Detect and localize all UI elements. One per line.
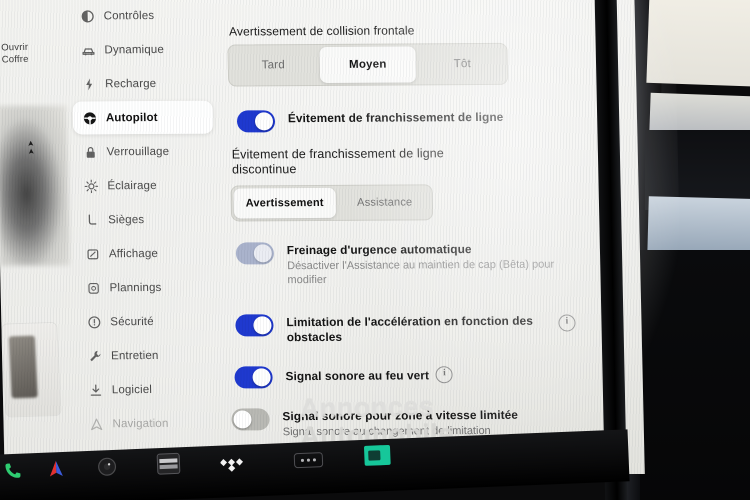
sidebar-item-label: Recharge [105,77,157,90]
window-upper [646,0,750,88]
lane-departure-toggle[interactable] [236,110,276,133]
sidebar-item-label: Dynamique [104,43,165,56]
dashed-lane-segmented-control[interactable]: Avertissement Assistance [230,184,434,222]
sidebar-item-label: Sièges [107,213,145,226]
profile-card-thumbnail[interactable] [2,322,61,417]
window-mid [649,92,750,136]
emergency-braking-label: Freinage d'urgence automatique [286,242,472,258]
sidebar-item-label: Entretien [110,349,159,362]
sidebar-item-label: Autopilot [105,111,158,124]
green-light-chime-row: Signal sonore au feu vert i [234,365,454,389]
segment-moyen[interactable]: Moyen [319,46,417,83]
sidebar-item-label: Plannings [109,281,162,294]
sidebar-item-sieges[interactable]: Sièges [75,203,216,237]
sidebar-item-controles[interactable]: Contrôles [70,0,211,33]
more-dots-icon[interactable] [293,452,324,474]
segment-avertissement[interactable]: Avertissement [233,187,336,219]
arrow-up-icon[interactable] [25,140,37,157]
screenshot-root: Ouvrir Coffre Contrôles Dynamique Rechar… [0,0,750,500]
autopilot-settings-panel: Avertissement de collision frontale Tard… [222,0,613,464]
lock-icon [83,145,97,159]
sidebar-item-eclairage[interactable]: Éclairage [74,169,215,203]
segment-assistance[interactable]: Assistance [337,185,432,220]
info-icon[interactable]: i [435,366,454,384]
sun-icon [84,179,99,193]
tidal-icon[interactable] [219,453,251,477]
obstacle-accel-row: Limitation de l'accélération en fonction… [235,312,576,345]
green-light-chime-label: Signal sonore au feu vert [285,367,430,383]
calendar-clock-icon [86,281,100,295]
bolt-icon [82,77,96,91]
car-icon [81,43,95,57]
green-light-chime-toggle[interactable] [234,366,273,389]
sidebar-item-label: Éclairage [107,179,157,192]
display-icon [86,247,100,261]
sidebar-item-label: Contrôles [103,9,155,22]
obstacle-accel-toggle[interactable] [235,314,274,337]
tesla-touchscreen: Ouvrir Coffre Contrôles Dynamique Rechar… [0,0,686,500]
collision-warning-group: Avertissement de collision frontale Tard… [227,23,509,87]
obstacle-accel-label: Limitation de l'accélération en fonction… [286,313,534,345]
sidebar-item-label: Affichage [108,247,159,260]
settings-sidebar: Contrôles Dynamique Recharge Autopilot V… [70,0,220,459]
open-trunk-line2: Coffre [1,53,29,66]
lane-departure-label: Évitement de franchissement de ligne [287,109,504,126]
sidebar-item-recharge[interactable]: Recharge [72,67,213,101]
sidebar-item-securite[interactable]: Sécurité [77,305,218,339]
segment-tot[interactable]: Tôt [417,44,507,85]
wrench-icon [88,349,102,363]
sidebar-item-navigation[interactable]: Navigation [79,407,220,441]
car-render [0,105,71,266]
sidebar-item-entretien[interactable]: Entretien [78,339,219,373]
dashed-lane-group: Évitement de franchissement de ligne dis… [230,146,464,222]
sidebar-item-autopilot[interactable]: Autopilot [72,100,214,135]
seat-icon [85,213,99,227]
sidebar-item-label: Sécurité [110,315,154,328]
navigation-icon [89,417,103,431]
vehicle-visualization-pane: Ouvrir Coffre [0,0,82,456]
navigation-arrow-icon[interactable] [46,459,66,484]
camera-icon[interactable] [96,456,118,483]
sidebar-item-label: Verrouillage [106,145,170,158]
info-icon[interactable]: i [558,314,576,332]
phone-icon[interactable] [2,460,24,487]
steering-wheel-icon [83,111,97,125]
sidebar-item-verrouillage[interactable]: Verrouillage [73,135,214,169]
sidebar-item-affichage[interactable]: Affichage [76,237,217,271]
sidebar-item-label: Logiciel [111,383,153,396]
sidebar-item-dynamique[interactable]: Dynamique [71,33,212,67]
collision-warning-segmented-control[interactable]: Tard Moyen Tôt [227,42,509,87]
speed-zone-chime-label: Signal sonore pour zone à vitesse limité… [282,407,519,424]
segment-tard[interactable]: Tard [228,45,318,86]
sidebar-item-logiciel[interactable]: Logiciel [78,373,219,407]
lane-departure-row: Évitement de franchissement de ligne [236,109,504,133]
speed-zone-chime-toggle[interactable] [231,408,270,431]
open-trunk-label[interactable]: Ouvrir Coffre [1,41,62,66]
contrast-icon [81,9,95,23]
collision-warning-title: Avertissement de collision frontale [228,23,415,39]
app-green-icon[interactable] [363,444,392,472]
sidebar-item-label: Navigation [112,417,169,430]
sidebar-item-plannings[interactable]: Plannings [76,271,217,305]
dashed-lane-title: Évitement de franchissement de ligne dis… [231,146,444,177]
emergency-braking-description: Désactiver l'Assistance au maintien de c… [287,258,555,287]
emergency-braking-toggle[interactable] [235,242,275,265]
emergency-braking-row: Freinage d'urgence automatique Désactive… [235,240,588,287]
dashboard-shadow [640,250,750,500]
download-icon [89,383,103,397]
media-player-icon[interactable] [156,452,181,480]
shield-alert-icon [87,315,101,329]
